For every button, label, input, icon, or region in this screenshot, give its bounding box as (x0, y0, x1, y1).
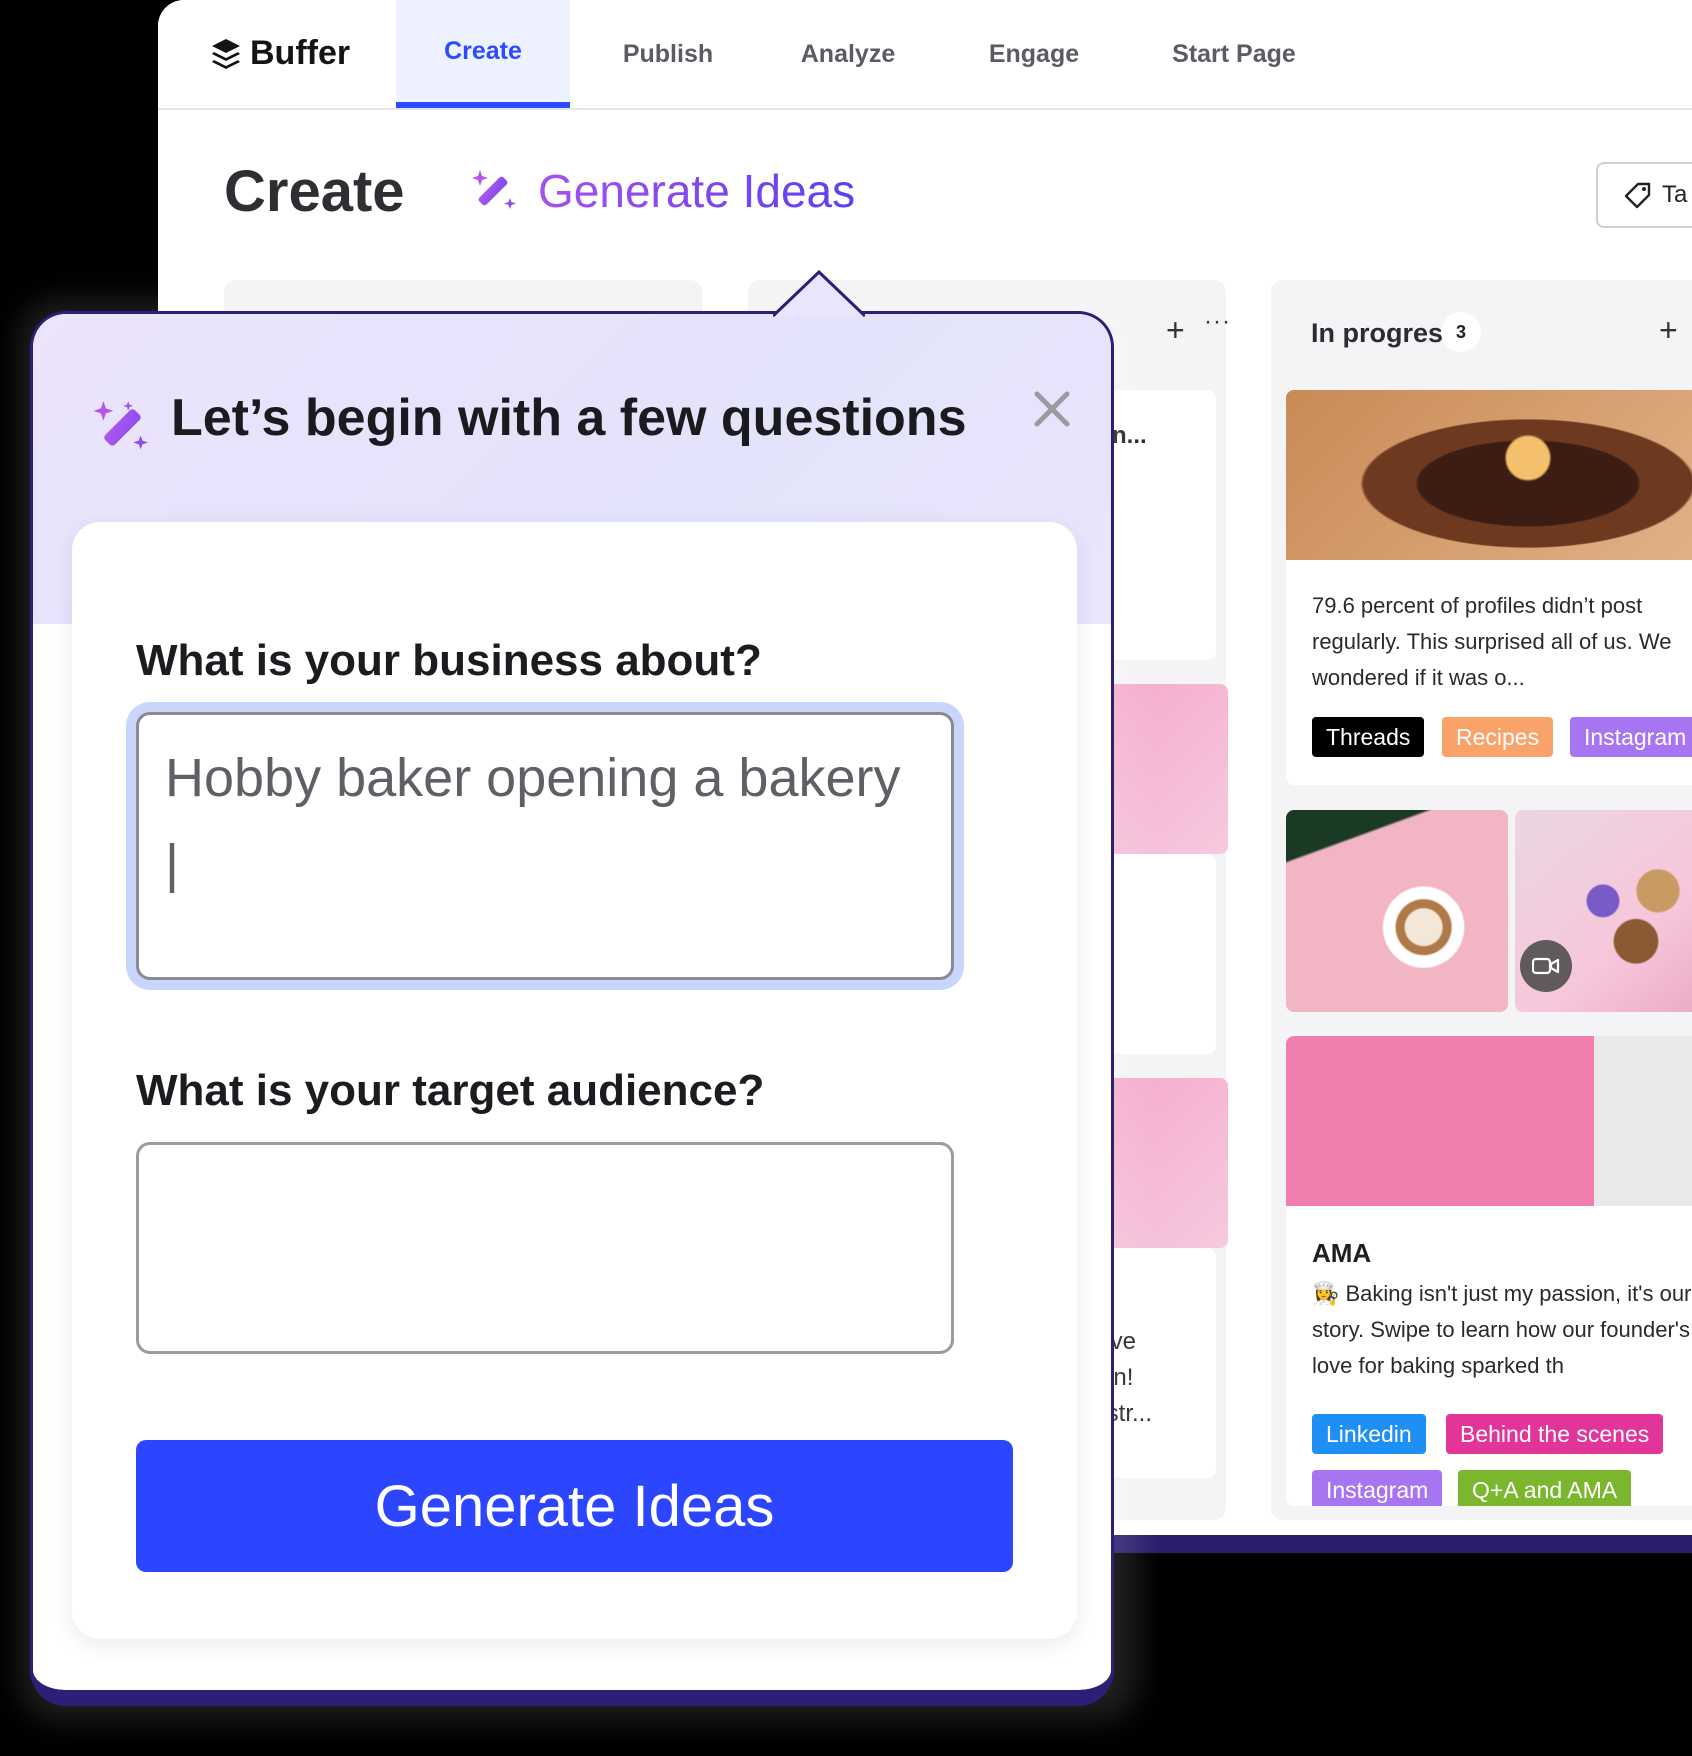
magic-wand-icon (472, 170, 516, 209)
close-icon[interactable] (1029, 386, 1075, 432)
video-camera-icon (1532, 957, 1560, 975)
question-audience-label: What is your target audience? (136, 1066, 765, 1115)
buffer-logo-icon (212, 38, 240, 69)
business-field[interactable] (136, 712, 954, 980)
column-count-badge: 3 (1441, 312, 1481, 352)
top-navigation: Buffer Create Publish Analyze Engage Sta… (158, 0, 1692, 110)
tag-chip[interactable]: Linkedin (1312, 1414, 1426, 1454)
modal-title: Let’s begin with a few questions (171, 389, 967, 447)
idea-card[interactable]: AMA 👩‍🍳 Baking isn't just my passion, it… (1286, 1036, 1692, 1506)
business-input[interactable] (163, 733, 927, 937)
tab-analyze[interactable]: Analyze (768, 0, 928, 108)
tag-chip[interactable]: Recipes (1442, 717, 1554, 757)
question-modal: Let’s begin with a few questions What is… (30, 270, 1114, 1706)
tab-start-page[interactable]: Start Page (1144, 0, 1324, 108)
card-text: 👩‍🍳 Baking isn't just my passion, it's o… (1312, 1281, 1692, 1378)
tag-chip[interactable]: Q+A and AMA (1458, 1470, 1632, 1506)
add-card-button[interactable]: + (1166, 312, 1185, 349)
tags-button-label: Ta (1662, 181, 1688, 208)
logo[interactable]: Buffer (210, 34, 350, 73)
video-badge (1520, 940, 1572, 992)
question-form: What is your business about? What is you… (72, 522, 1077, 1639)
card-image-room (1286, 1036, 1692, 1206)
tag-chip[interactable]: Threads (1312, 717, 1425, 757)
magic-wand-icon (93, 400, 149, 450)
idea-card[interactable]: 79.6 percent of profiles didn’t post reg… (1286, 390, 1692, 785)
tab-publish[interactable]: Publish (588, 0, 748, 108)
column-title: In progress (1311, 318, 1459, 348)
logo-text: Buffer (250, 34, 351, 72)
add-card-button[interactable]: + (1659, 312, 1678, 349)
tab-engage[interactable]: Engage (954, 0, 1114, 108)
tag-chip[interactable]: Instagram (1312, 1470, 1443, 1506)
tag-chip[interactable]: Behind the scenes (1446, 1414, 1664, 1454)
generate-ideas-link[interactable]: Generate Ideas (470, 164, 855, 218)
tags-button[interactable]: Ta (1596, 162, 1692, 228)
audience-field[interactable] (136, 1142, 954, 1367)
card-image-donut (1286, 390, 1692, 560)
more-options-button[interactable]: ··· (1204, 308, 1231, 336)
page-title: Create (224, 159, 405, 224)
card-image-coffee (1286, 810, 1508, 1012)
question-business-label: What is your business about? (136, 636, 762, 685)
board-column-in-progress: In progress 3 + 79.6 percent of profiles… (1271, 280, 1692, 1520)
generate-ideas-link-text: Generate Ideas (538, 165, 856, 217)
tab-create[interactable]: Create (396, 0, 570, 108)
modal-pointer (773, 270, 865, 318)
generate-ideas-button[interactable]: Generate Ideas (136, 1440, 1013, 1572)
tag-icon (1624, 182, 1651, 209)
card-heading: AMA (1312, 1238, 1372, 1268)
tag-chip[interactable]: Instagram (1570, 717, 1692, 757)
card-text: 79.6 percent of profiles didn’t post reg… (1312, 593, 1672, 690)
audience-input[interactable] (163, 1163, 927, 1367)
